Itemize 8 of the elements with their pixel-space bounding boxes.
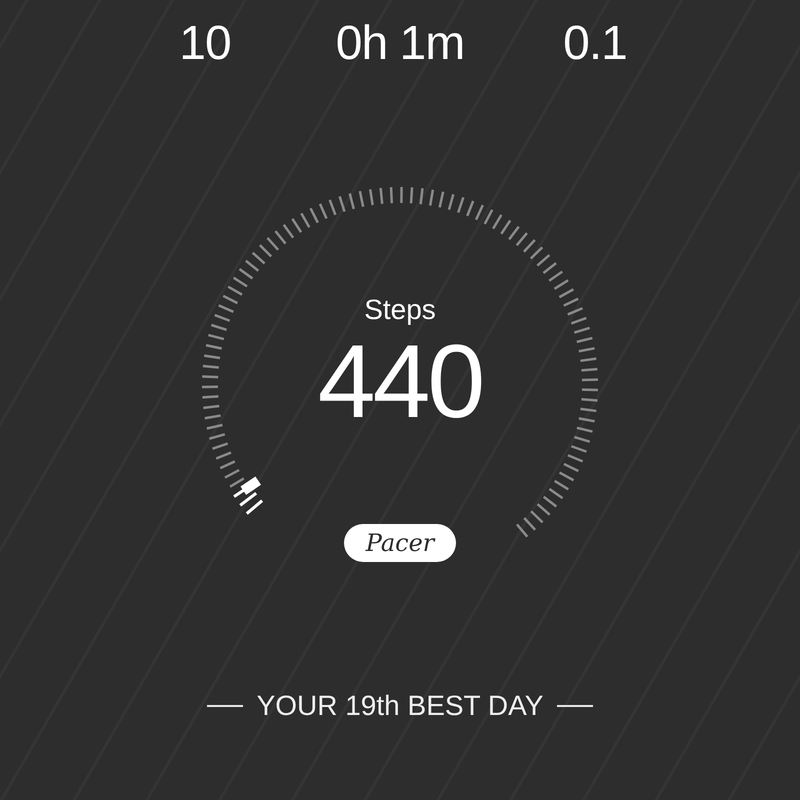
best-day-caption: YOUR 19th BEST DAY <box>256 689 544 723</box>
stat-value: 0h 1m <box>336 16 464 72</box>
stat-value: 0.1 <box>563 16 627 72</box>
progress-marker <box>240 476 262 495</box>
pacer-logo: Pacer <box>344 524 456 562</box>
steps-count: 440 <box>318 327 482 437</box>
steps-label: Steps <box>364 293 436 327</box>
stat-value: 10 <box>179 16 231 72</box>
